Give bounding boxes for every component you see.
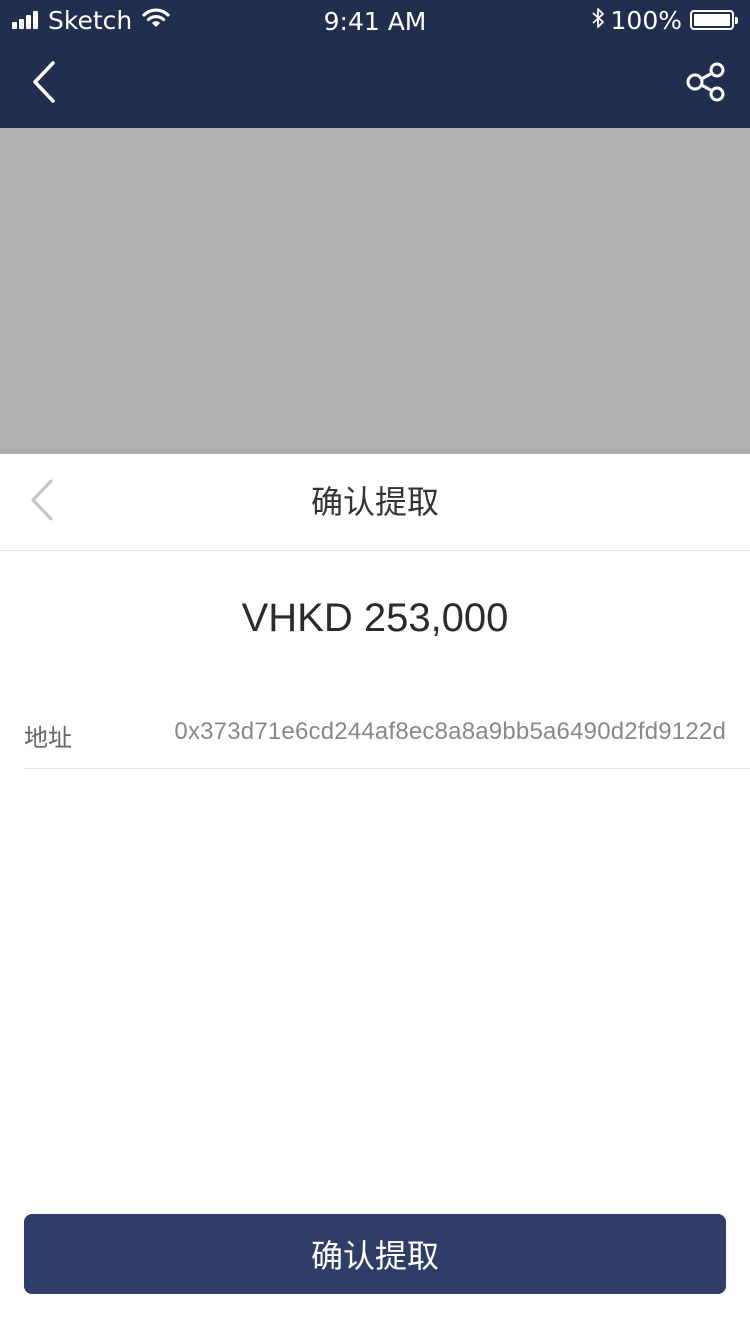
withdraw-amount: VHKD 253,000 [241,596,509,640]
nav-bar [0,40,750,128]
address-value: 0x373d71e6cd244af8ec8a8a9bb5a6490d2fd912… [174,718,726,745]
battery-fill [694,14,730,26]
bluetooth-icon [591,7,605,33]
sheet-title: 确认提取 [310,483,439,521]
battery-percent: 100% [610,5,682,35]
status-bar: Sketch 9:41 AM 100% [0,0,750,40]
nav-back-button[interactable] [18,58,70,110]
chevron-left-icon [31,60,57,108]
confirm-withdraw-button[interactable]: 确认提取 [24,1214,726,1294]
sheet-header: 确认提取 [0,454,750,551]
status-right: 100% [591,0,738,40]
share-icon [685,61,727,107]
confirm-withdraw-sheet: 确认提取 VHKD 253,000 地址 0x373d71e6cd244af8e… [0,454,750,1334]
battery-cap [735,17,738,24]
address-label: 地址 [24,724,72,752]
modal-backdrop[interactable] [0,128,750,454]
address-row: 地址 0x373d71e6cd244af8ec8a8a9bb5a6490d2fd… [24,696,750,769]
battery-icon [690,10,738,30]
share-button[interactable] [680,58,732,110]
